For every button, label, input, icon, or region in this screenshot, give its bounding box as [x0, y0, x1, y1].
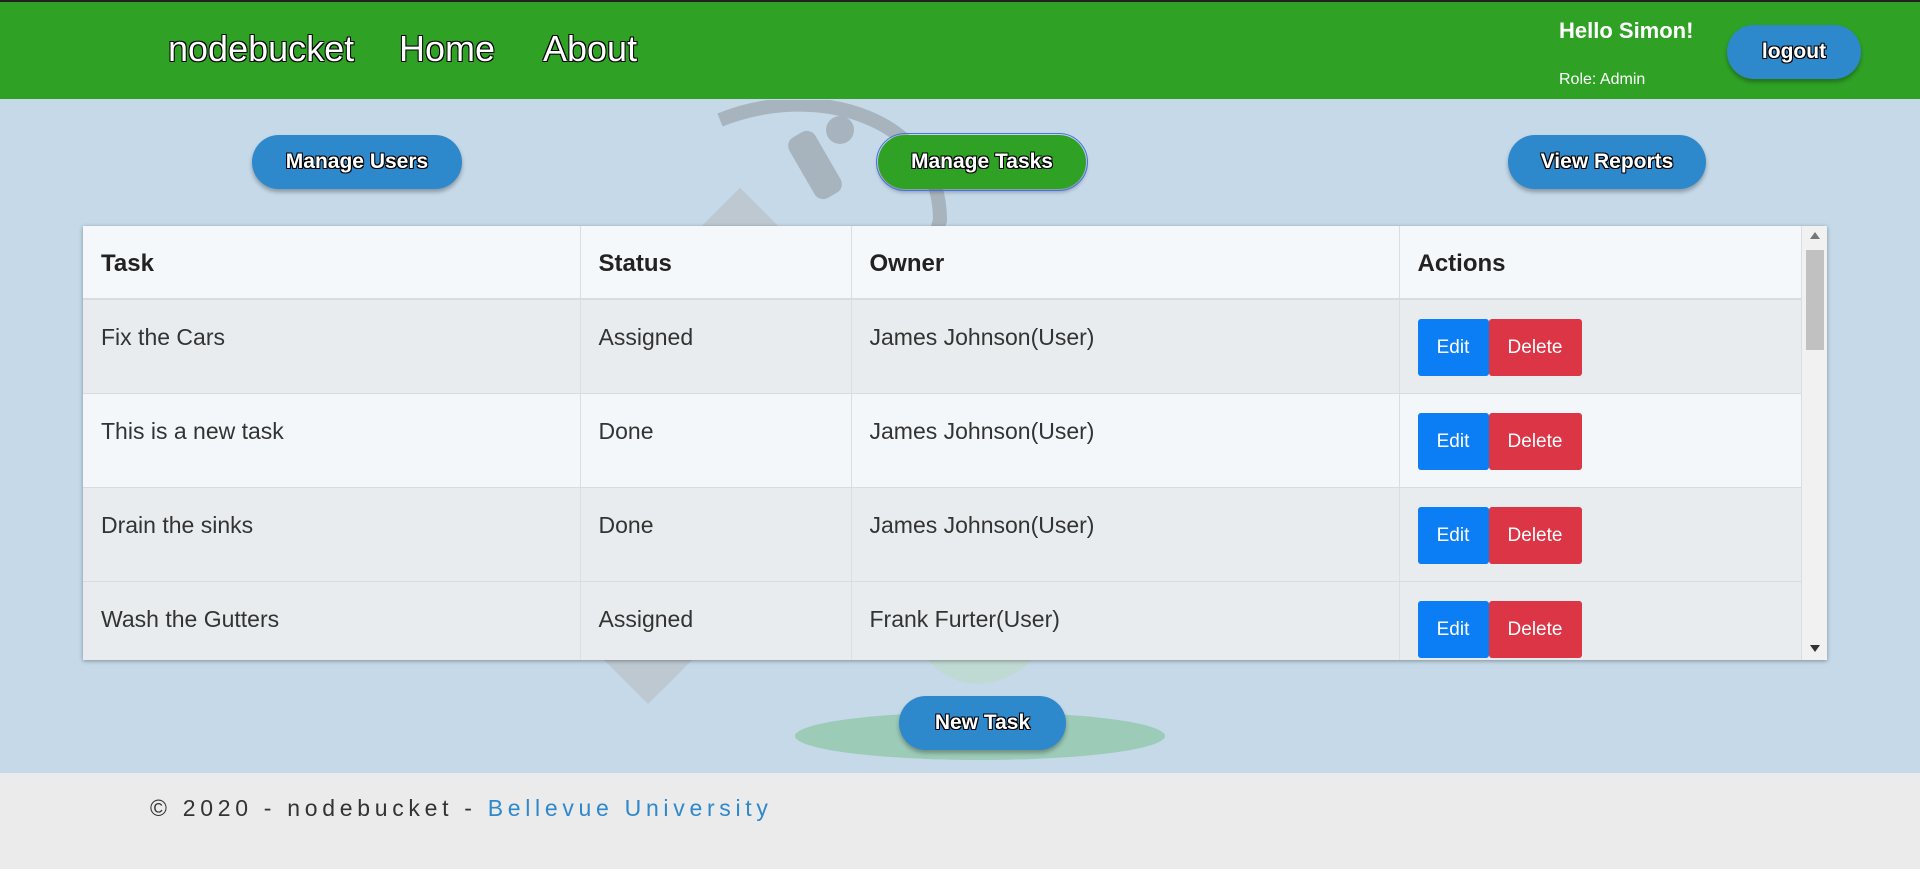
column-header-status: Status: [580, 226, 852, 300]
table-row: Drain the sinks Done James Johnson(User)…: [83, 487, 1801, 582]
delete-button[interactable]: Delete: [1488, 600, 1582, 658]
table-row: This is a new task Done James Johnson(Us…: [83, 393, 1801, 488]
actions-cell: Edit Delete: [1399, 487, 1801, 582]
owner-cell: James Johnson(User): [851, 393, 1400, 488]
owner-cell: Frank Furter(User): [851, 581, 1400, 660]
table-header-row: Task Status Owner Actions: [83, 226, 1801, 300]
task-cell: Fix the Cars: [83, 299, 581, 394]
edit-button[interactable]: Edit: [1417, 319, 1489, 376]
column-header-actions: Actions: [1399, 226, 1801, 300]
scroll-down-arrow-icon[interactable]: [1810, 645, 1820, 652]
navbar: nodebucket Home About Hello Simon! Role:…: [0, 2, 1920, 99]
logout-button[interactable]: logout: [1727, 25, 1861, 79]
scroll-up-arrow-icon[interactable]: [1810, 232, 1820, 239]
actions-cell: Edit Delete: [1399, 299, 1801, 394]
footer: © 2020 - nodebucket - Bellevue Universit…: [0, 773, 1920, 869]
scrollbar-thumb[interactable]: [1806, 250, 1824, 350]
footer-university-link[interactable]: Bellevue University: [488, 795, 773, 821]
delete-button[interactable]: Delete: [1488, 506, 1582, 564]
edit-button[interactable]: Edit: [1417, 600, 1489, 658]
column-header-task: Task: [83, 226, 581, 300]
table-scrollbar[interactable]: [1801, 226, 1827, 660]
actions-cell: Edit Delete: [1399, 581, 1801, 660]
user-role: Role: Admin: [1559, 71, 1646, 88]
column-header-owner: Owner: [851, 226, 1400, 300]
delete-button[interactable]: Delete: [1488, 412, 1582, 470]
brand-link[interactable]: nodebucket: [168, 28, 354, 70]
table-row: Wash the Gutters Assigned Frank Furter(U…: [83, 581, 1801, 660]
delete-button[interactable]: Delete: [1488, 319, 1582, 376]
user-greeting: Hello Simon!: [1559, 18, 1694, 43]
footer-text: © 2020 - nodebucket - Bellevue Universit…: [150, 795, 773, 822]
tasks-table-container: Task Status Owner Actions Fix the Cars A…: [83, 226, 1827, 660]
task-cell: Drain the sinks: [83, 487, 581, 582]
status-cell: Assigned: [580, 581, 852, 660]
status-cell: Done: [580, 393, 852, 488]
owner-cell: James Johnson(User): [851, 487, 1400, 582]
nav-home-link[interactable]: Home: [399, 28, 495, 70]
footer-copyright: © 2020 - nodebucket -: [150, 795, 488, 821]
new-task-button[interactable]: New Task: [899, 696, 1066, 750]
manage-tasks-button[interactable]: Manage Tasks: [876, 133, 1088, 191]
task-cell: Wash the Gutters: [83, 581, 581, 660]
status-cell: Assigned: [580, 299, 852, 394]
status-cell: Done: [580, 487, 852, 582]
edit-button[interactable]: Edit: [1417, 412, 1489, 470]
actions-cell: Edit Delete: [1399, 393, 1801, 488]
edit-button[interactable]: Edit: [1417, 506, 1489, 564]
owner-cell: James Johnson(User): [851, 299, 1400, 394]
nav-about-link[interactable]: About: [543, 28, 637, 70]
view-reports-button[interactable]: View Reports: [1508, 135, 1706, 189]
table-row: Fix the Cars Assigned James Johnson(User…: [83, 299, 1801, 394]
manage-users-button[interactable]: Manage Users: [252, 135, 462, 189]
tasks-table: Task Status Owner Actions Fix the Cars A…: [83, 226, 1801, 660]
task-cell: This is a new task: [83, 393, 581, 488]
